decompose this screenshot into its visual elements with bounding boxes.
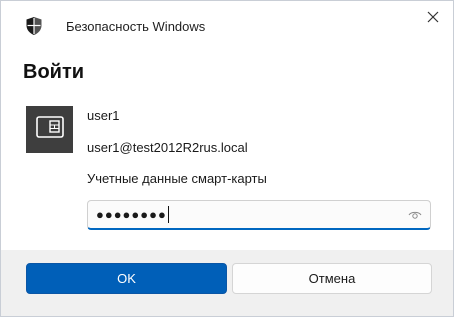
credential-dialog: Безопасность Windows Войти user1 user1@t…	[0, 0, 454, 317]
eye-icon[interactable]	[408, 208, 422, 222]
dialog-heading: Войти	[23, 61, 85, 83]
close-button[interactable]	[421, 7, 445, 31]
smart-card-icon	[35, 116, 64, 143]
credential-username: user1	[87, 108, 120, 123]
pin-value: ●●●●●●●●	[96, 207, 167, 222]
credential-tile[interactable]	[26, 106, 73, 153]
window-title: Безопасность Windows	[66, 19, 206, 34]
close-icon	[427, 10, 439, 28]
ok-button[interactable]: OK	[26, 263, 227, 294]
shield-icon	[25, 16, 43, 36]
pin-input[interactable]: ●●●●●●●●	[87, 200, 431, 230]
text-caret	[167, 206, 169, 223]
cancel-button[interactable]: Отмена	[232, 263, 432, 294]
credential-type-label: Учетные данные смарт-карты	[87, 171, 267, 186]
credential-upn: user1@test2012R2rus.local	[87, 140, 248, 155]
